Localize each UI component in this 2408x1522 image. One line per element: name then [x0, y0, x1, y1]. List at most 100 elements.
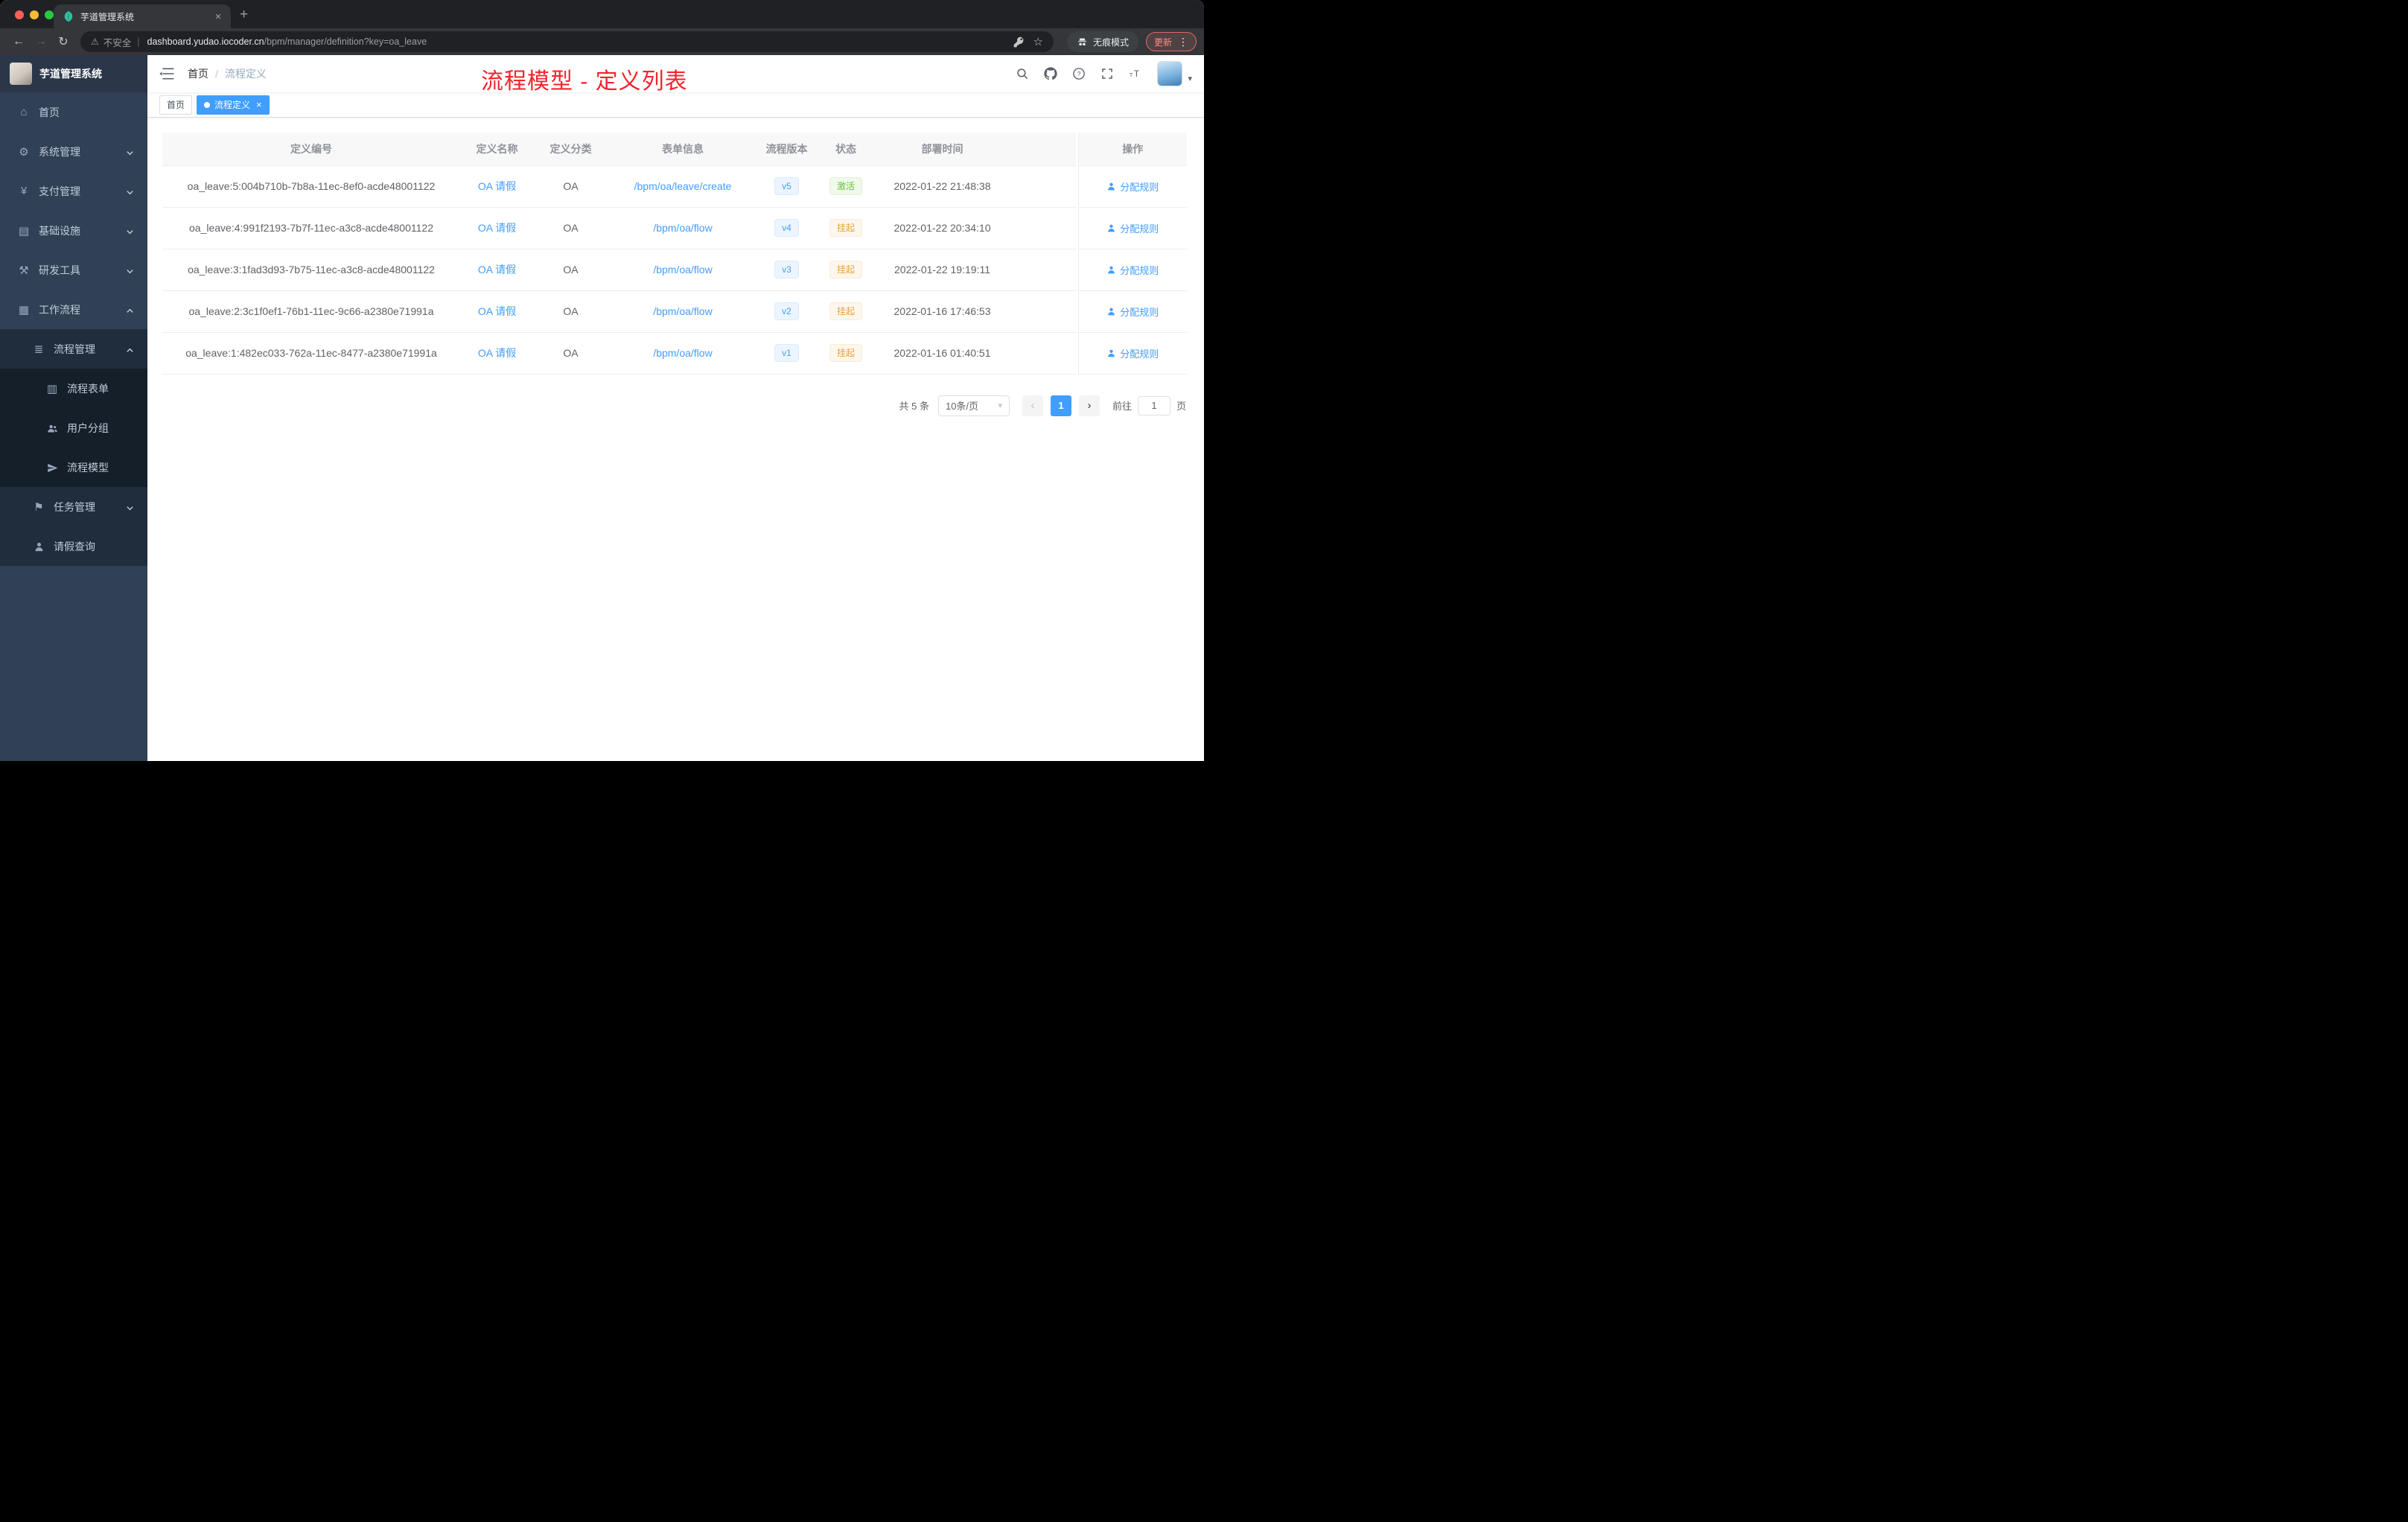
- sidebar-group-task-management[interactable]: ⚑ 任务管理: [0, 487, 147, 526]
- form-link[interactable]: /bpm/oa/flow: [653, 347, 712, 359]
- workflow-icon: ▦: [18, 303, 30, 316]
- app-title: 芋道管理系统: [39, 68, 102, 80]
- definition-name-link[interactable]: OA 请假: [478, 222, 516, 234]
- breadcrumb-current: 流程定义: [224, 68, 267, 80]
- form-link[interactable]: /bpm/oa/flow: [653, 222, 712, 234]
- status-badge[interactable]: 挂起: [829, 344, 862, 362]
- cell-filler: [1008, 165, 1076, 208]
- gear-icon: ⚙: [19, 145, 29, 159]
- cell-filler: [1008, 332, 1076, 375]
- cell-id: oa_leave:3:1fad3d93-7b75-11ec-a3c8-acde4…: [162, 249, 460, 291]
- password-key-icon[interactable]: [1013, 36, 1025, 48]
- status-badge[interactable]: 挂起: [829, 302, 862, 320]
- user-avatar-menu[interactable]: ▾: [1157, 61, 1192, 86]
- status-badge[interactable]: 挂起: [829, 261, 862, 278]
- font-size-icon[interactable]: TT: [1129, 67, 1142, 80]
- github-icon[interactable]: [1044, 67, 1058, 80]
- version-badge: v1: [774, 344, 799, 362]
- update-label: 更新: [1153, 36, 1172, 48]
- avatar[interactable]: [1157, 61, 1183, 86]
- sidebar-item-process-form[interactable]: ▥ 流程表单: [0, 369, 147, 408]
- browser-menu-icon[interactable]: ⋮: [1178, 36, 1188, 48]
- form-link[interactable]: /bpm/oa/flow: [653, 264, 712, 276]
- prev-page-button[interactable]: ‹: [1022, 395, 1043, 416]
- page-number-button[interactable]: 1: [1050, 395, 1071, 416]
- back-button[interactable]: ←: [7, 35, 30, 48]
- assign-rule-button[interactable]: 分配规则: [1106, 179, 1159, 194]
- help-icon[interactable]: ?: [1072, 67, 1086, 80]
- sidebar-group-payment[interactable]: ¥ 支付管理: [0, 171, 147, 211]
- minimize-window-button[interactable]: [30, 10, 39, 19]
- person-icon: [1108, 308, 1115, 315]
- app-logo: [10, 63, 32, 85]
- table-row: oa_leave:4:991f2193-7b7f-11ec-a3c8-acde4…: [162, 207, 1076, 249]
- form-link[interactable]: /bpm/oa/leave/create: [634, 180, 732, 192]
- chevron-down-icon: [126, 266, 134, 274]
- next-page-button[interactable]: ›: [1078, 395, 1100, 416]
- sidebar: 芋道管理系统 ⌂ 首页 ⚙ 系统管理 ¥ 支付管理 ▤ 基础设施 ⚒ 研发工具 …: [0, 55, 147, 761]
- address-bar[interactable]: ⚠ 不安全 | dashboard.yudao.iocoder.cn /bpm/…: [80, 31, 1054, 52]
- reload-button[interactable]: ↻: [52, 34, 74, 49]
- update-chrome-button[interactable]: 更新 ⋮: [1145, 32, 1197, 51]
- status-badge[interactable]: 激活: [829, 177, 862, 195]
- cell-deploy-time: 2022-01-16 17:46:53: [876, 290, 1008, 333]
- fullscreen-icon[interactable]: [1101, 67, 1114, 80]
- sidebar-item-label: 流程模型: [67, 461, 109, 474]
- search-icon[interactable]: [1016, 67, 1029, 80]
- tab-close-icon[interactable]: ×: [211, 10, 225, 23]
- form-icon: ▥: [46, 382, 58, 395]
- sidebar-group-infrastructure[interactable]: ▤ 基础设施: [0, 211, 147, 250]
- sidebar-item-leave-query[interactable]: 请假查询: [0, 526, 147, 566]
- not-secure-warning-icon: ⚠: [91, 36, 99, 47]
- table-row: oa_leave:3:1fad3d93-7b75-11ec-a3c8-acde4…: [162, 249, 1076, 291]
- tab-title: 芋道管理系统: [80, 11, 135, 22]
- table-row: oa_leave:5:004b710b-7b8a-11ec-8ef0-acde4…: [162, 165, 1076, 208]
- assign-rule-button[interactable]: 分配规则: [1106, 263, 1159, 277]
- assign-rule-button[interactable]: 分配规则: [1106, 346, 1159, 360]
- browser-window: 芋道管理系统 × + ← → ↻ ⚠ 不安全 | dashboard.yudao…: [0, 0, 1204, 761]
- goto-page-input[interactable]: [1137, 395, 1170, 415]
- sidebar-toggle-icon[interactable]: [159, 66, 176, 82]
- tag-home[interactable]: 首页: [159, 95, 193, 115]
- sidebar-group-process-management[interactable]: ≣ 流程管理: [0, 329, 147, 369]
- bookmark-star-icon[interactable]: ☆: [1033, 35, 1043, 48]
- sidebar-group-system[interactable]: ⚙ 系统管理: [0, 132, 147, 171]
- sidebar-group-devtools[interactable]: ⚒ 研发工具: [0, 250, 147, 290]
- browser-tab[interactable]: 芋道管理系统 ×: [54, 4, 231, 28]
- definition-table-actions: 操作 分配规则 分配规则 分配规则 分配规则 分配规则: [1078, 133, 1187, 375]
- status-badge[interactable]: 挂起: [829, 219, 862, 237]
- not-secure-label[interactable]: 不安全: [103, 35, 132, 49]
- assign-rule-button[interactable]: 分配规则: [1106, 221, 1159, 235]
- page-unit-label: 页: [1176, 401, 1186, 412]
- cell-category: OA: [534, 290, 608, 333]
- zoom-window-button[interactable]: [45, 10, 54, 19]
- sidebar-item-process-model[interactable]: 流程模型: [0, 448, 147, 487]
- sidebar-item-label: 研发工具: [39, 264, 80, 276]
- breadcrumb-home[interactable]: 首页: [188, 66, 208, 81]
- forward-button[interactable]: →: [30, 35, 52, 48]
- assign-rule-button[interactable]: 分配规则: [1106, 305, 1159, 319]
- cell-filler: [1008, 290, 1076, 333]
- definition-name-link[interactable]: OA 请假: [478, 180, 516, 192]
- tag-process-definition[interactable]: 流程定义 ×: [197, 95, 270, 115]
- pagination-total: 共 5 条: [899, 401, 929, 412]
- app-logo-row[interactable]: 芋道管理系统: [0, 55, 147, 92]
- column-header-deploy-time: 部署时间: [876, 133, 1008, 166]
- incognito-badge: 无痕模式: [1066, 31, 1138, 52]
- definition-name-link[interactable]: OA 请假: [478, 347, 516, 359]
- sidebar-item-user-group[interactable]: 用户分组: [0, 408, 147, 448]
- form-link[interactable]: /bpm/oa/flow: [653, 305, 712, 317]
- sidebar-group-workflow[interactable]: ▦ 工作流程: [0, 290, 147, 329]
- definition-name-link[interactable]: OA 请假: [478, 264, 516, 276]
- traffic-lights: [15, 10, 54, 19]
- close-window-button[interactable]: [15, 10, 24, 19]
- tag-label: 流程定义: [214, 100, 251, 110]
- cell-id: oa_leave:2:3c1f0ef1-76b1-11ec-9c66-a2380…: [162, 290, 460, 333]
- chevron-up-icon: [126, 305, 134, 313]
- definition-name-link[interactable]: OA 请假: [478, 305, 516, 317]
- page-size-select[interactable]: 10条/页 ▾: [937, 395, 1010, 416]
- sidebar-item-label: 流程表单: [67, 382, 109, 395]
- new-tab-button[interactable]: +: [240, 7, 248, 23]
- sidebar-item-home[interactable]: ⌂ 首页: [0, 92, 147, 132]
- tag-close-icon[interactable]: ×: [256, 99, 262, 110]
